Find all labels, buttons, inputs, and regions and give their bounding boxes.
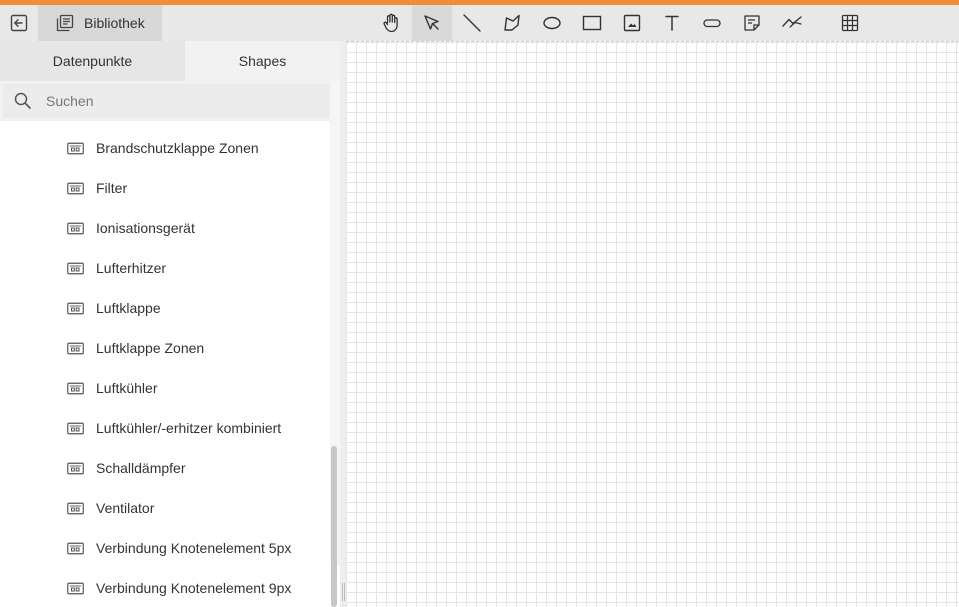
- shape-component-icon: [67, 542, 84, 555]
- list-item[interactable]: Schalldämpfer: [0, 448, 330, 488]
- rectangle-tool[interactable]: [572, 5, 612, 41]
- hand-icon: [383, 13, 398, 33]
- list-item-label: Luftkühler: [96, 380, 158, 396]
- list-item[interactable]: Filter: [0, 168, 330, 208]
- note-tool[interactable]: [732, 5, 772, 41]
- polygon-icon: [504, 14, 520, 31]
- cursor-arrow-icon: [424, 15, 439, 30]
- list-item-label: Filter: [96, 180, 128, 196]
- rounded-rect-tool[interactable]: [692, 5, 732, 41]
- list-item[interactable]: Verbindung Knotenelement 9px: [0, 568, 330, 607]
- list-item-label: Luftkühler/-erhitzer kombiniert: [96, 420, 282, 436]
- tab-datenpunkte[interactable]: Datenpunkte: [0, 41, 185, 81]
- shape-component-icon: [67, 502, 84, 515]
- shape-component-icon: [67, 222, 84, 235]
- list-item-label: Ionisationsgerät: [96, 220, 195, 236]
- ellipse-tool[interactable]: [532, 5, 572, 41]
- list-item-label: Luftklappe: [96, 300, 161, 316]
- text-tool[interactable]: [652, 5, 692, 41]
- select-tool[interactable]: [412, 5, 452, 41]
- pill-icon: [703, 19, 721, 28]
- list-item-label: Lufterhitzer: [96, 260, 167, 276]
- list-item-label: Brandschutzklappe Zonen: [96, 140, 259, 156]
- list-item[interactable]: Luftkühler/-erhitzer kombiniert: [0, 408, 330, 448]
- tab-shapes[interactable]: Shapes: [185, 41, 340, 81]
- search-bar: [0, 81, 340, 121]
- shape-component-icon: [67, 142, 84, 155]
- line-tool[interactable]: [452, 5, 492, 41]
- splitter-handle-icon[interactable]: [342, 583, 345, 601]
- list-item[interactable]: Lufterhitzer: [0, 248, 330, 288]
- image-tool[interactable]: [612, 5, 652, 41]
- shape-list: Brandschutzklappe Zonen Filter Ionisations…: [0, 121, 330, 607]
- library-button[interactable]: Bibliothek: [38, 5, 162, 41]
- back-button[interactable]: [0, 5, 38, 41]
- top-toolbar: Bibliothek: [0, 5, 959, 41]
- shape-component-icon: [67, 262, 84, 275]
- note-icon: [744, 15, 760, 31]
- list-item[interactable]: Verbindung Knotenelement 5px: [0, 528, 330, 568]
- rectangle-icon: [582, 15, 602, 31]
- shape-component-icon: [67, 582, 84, 595]
- shape-component-icon: [67, 422, 84, 435]
- image-icon: [623, 14, 641, 32]
- list-item-label: Verbindung Knotenelement 9px: [96, 580, 292, 596]
- shape-component-icon: [67, 382, 84, 395]
- shape-component-icon: [67, 302, 84, 315]
- list-item-label: Schalldämpfer: [96, 460, 186, 476]
- list-item-label: Ventilator: [96, 500, 155, 516]
- list-item[interactable]: Ionisationsgerät: [0, 208, 330, 248]
- list-item[interactable]: Luftklappe: [0, 288, 330, 328]
- trend-icon: [782, 16, 802, 28]
- hand-tool[interactable]: [372, 5, 412, 41]
- search-icon: [14, 92, 31, 109]
- curve-tool[interactable]: [772, 5, 812, 41]
- exit-to-left-icon: [10, 14, 28, 32]
- polygon-tool[interactable]: [492, 5, 532, 41]
- text-icon: [665, 15, 679, 31]
- list-item[interactable]: Luftkühler: [0, 368, 330, 408]
- drawing-canvas[interactable]: [346, 41, 959, 607]
- shape-component-icon: [67, 342, 84, 355]
- line-icon: [463, 14, 481, 32]
- grid-icon: [841, 14, 859, 32]
- library-sidebar: Datenpunkte Shapes Brandschutzklappe Zon…: [0, 41, 340, 607]
- scrollbar-thumb[interactable]: [331, 446, 337, 607]
- library-icon: [56, 14, 74, 32]
- shape-component-icon: [67, 182, 84, 195]
- list-item[interactable]: Brandschutzklappe Zonen: [0, 128, 330, 168]
- list-item[interactable]: Luftklappe Zonen: [0, 328, 330, 368]
- search-input[interactable]: [46, 93, 316, 109]
- library-label: Bibliothek: [84, 15, 145, 31]
- ellipse-icon: [543, 16, 561, 30]
- grid-toggle[interactable]: [830, 5, 870, 41]
- sidebar-tabs: Datenpunkte Shapes: [0, 41, 340, 81]
- search-box: [3, 84, 335, 118]
- list-item[interactable]: Ventilator: [0, 488, 330, 528]
- shape-component-icon: [67, 462, 84, 475]
- list-item-label: Luftklappe Zonen: [96, 340, 205, 356]
- list-item-label: Verbindung Knotenelement 5px: [96, 540, 292, 556]
